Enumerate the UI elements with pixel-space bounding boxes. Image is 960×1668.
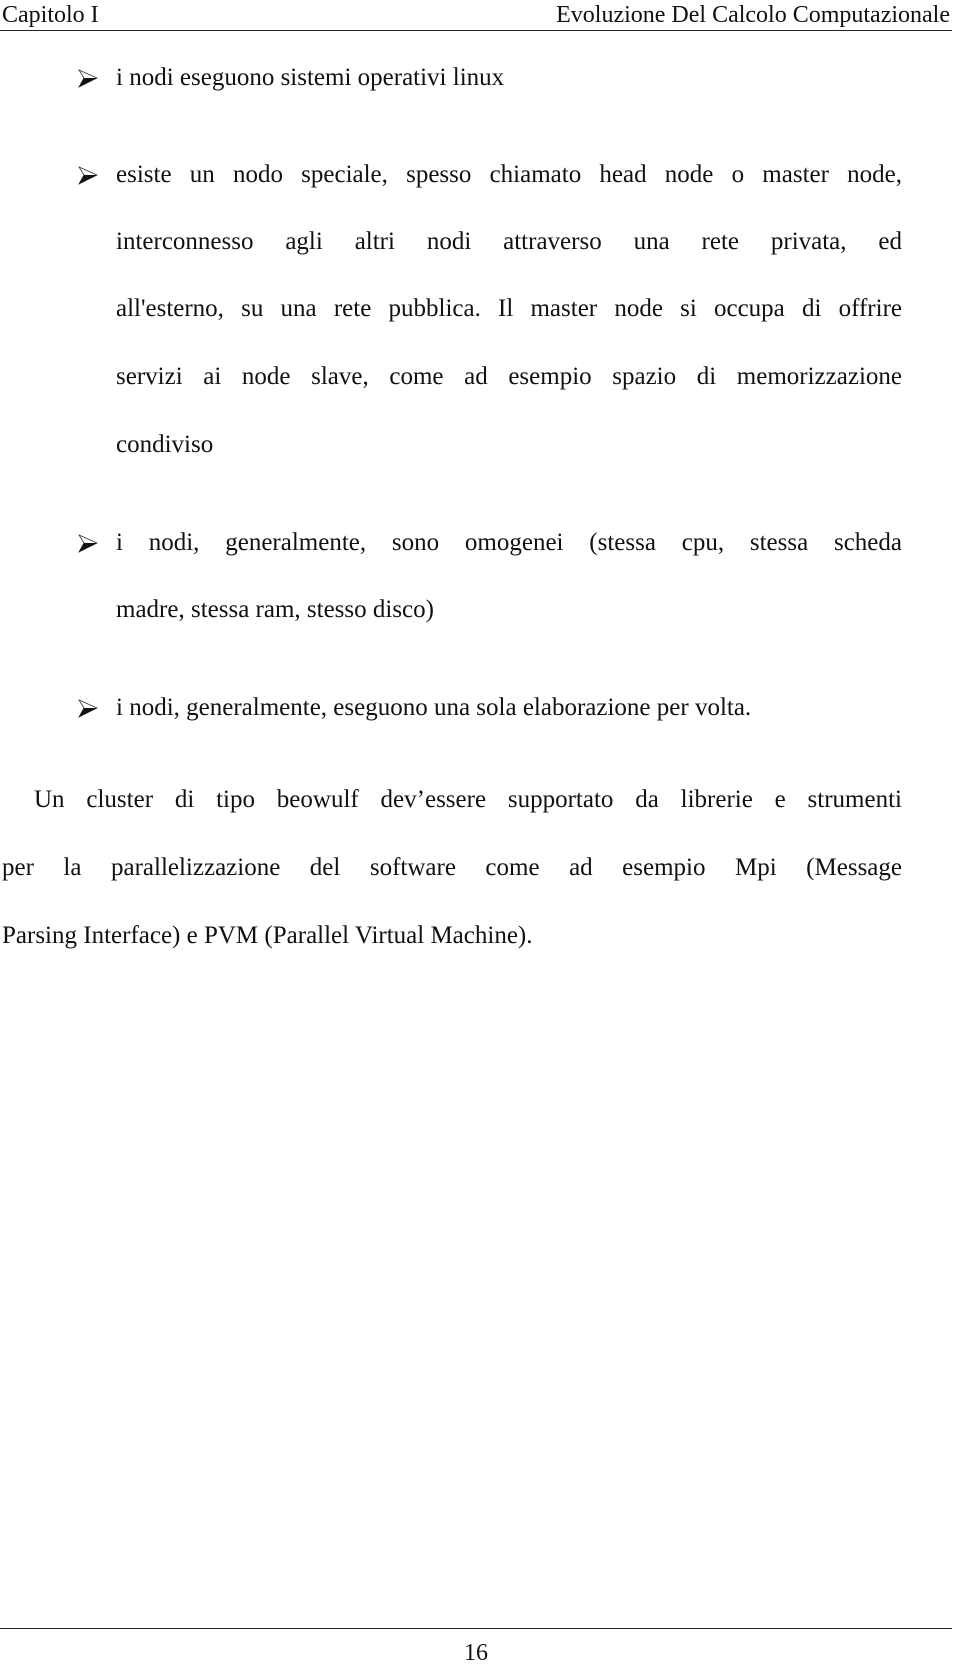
- bullet-text-line: i nodi, generalmente, eseguono una sola …: [116, 694, 752, 721]
- arrowhead-bullet-icon: [78, 165, 98, 185]
- arrowhead-bullet-icon: [78, 533, 98, 553]
- header-chapter: Capitolo I: [2, 2, 99, 28]
- arrowhead-bullet-icon: [78, 698, 98, 718]
- paragraph-line: per la parallelizzazione del software co…: [2, 854, 902, 881]
- bullet-text-line: condiviso: [116, 431, 214, 458]
- bullet-text-line: madre, stessa ram, stesso disco): [116, 596, 434, 623]
- paragraph-line: Un cluster di tipo beowulf dev’essere su…: [34, 786, 902, 813]
- arrowhead-bullet-icon: [78, 68, 98, 88]
- running-header: Capitolo I Evoluzione Del Calcolo Comput…: [0, 0, 952, 31]
- paragraph-line: Parsing Interface) e PVM (Parallel Virtu…: [2, 922, 533, 949]
- bullet-text-line: servizi ai node slave, come ad esempio s…: [116, 363, 902, 390]
- bullet-text-line: i nodi eseguono sistemi operativi linux: [116, 64, 505, 91]
- bullet-text-line: esiste un nodo speciale, spesso chiamato…: [116, 161, 902, 188]
- bullet-text-line: interconnesso agli altri nodi attraverso…: [116, 228, 902, 255]
- bullet-text-line: all'esterno, su una rete pubblica. Il ma…: [116, 295, 902, 322]
- bullet-text-line: i nodi, generalmente, sono omogenei (ste…: [116, 529, 902, 556]
- footer-rule: [0, 1628, 952, 1629]
- page-number: 16: [464, 1640, 488, 1666]
- header-section-title: Evoluzione Del Calcolo Computazionale: [556, 2, 950, 28]
